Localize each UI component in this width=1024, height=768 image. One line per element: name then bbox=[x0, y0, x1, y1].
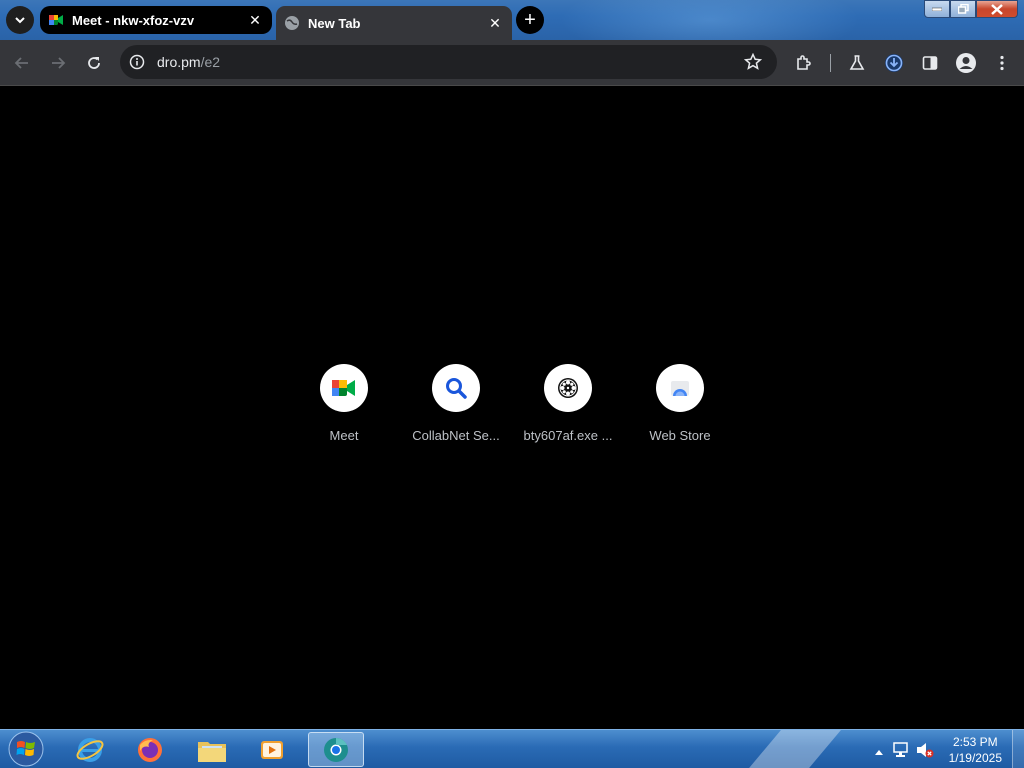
toolbar-divider bbox=[830, 54, 831, 72]
side-panel-icon bbox=[922, 56, 938, 70]
chevron-down-icon bbox=[15, 17, 25, 24]
back-button[interactable] bbox=[11, 52, 33, 74]
shortcut-icon-circle bbox=[544, 364, 592, 412]
close-window-button[interactable] bbox=[976, 0, 1018, 18]
restore-icon bbox=[957, 4, 969, 14]
network-icon bbox=[893, 742, 908, 757]
url-text: dro.pm/e2 bbox=[157, 54, 220, 70]
taskbar: 2:53 PM 1/19/2025 bbox=[0, 729, 1024, 768]
menu-button[interactable] bbox=[991, 52, 1013, 74]
new-tab-page: Meet CollabNet Se... bty607af.exe ... We… bbox=[0, 87, 1024, 729]
tab-search-button[interactable] bbox=[6, 6, 34, 34]
url-path: /e2 bbox=[200, 54, 221, 70]
close-icon bbox=[991, 3, 1003, 15]
avatar-icon bbox=[956, 53, 976, 73]
shortcut-tile[interactable]: CollabNet Se... bbox=[400, 364, 512, 443]
firefox-icon bbox=[138, 737, 162, 762]
title-bar: Meet - nkw-xfoz-vzv ✕ New Tab ✕ + bbox=[0, 0, 1024, 40]
network-tray-button[interactable] bbox=[892, 742, 910, 763]
start-button[interactable] bbox=[6, 730, 46, 768]
globe-icon bbox=[285, 16, 299, 30]
extensions-button[interactable] bbox=[793, 52, 815, 74]
volume-muted-icon bbox=[917, 743, 934, 758]
side-panel-button[interactable] bbox=[919, 52, 941, 74]
file-explorer-icon bbox=[198, 741, 226, 762]
clock[interactable]: 2:53 PM 1/19/2025 bbox=[949, 734, 1002, 766]
shortcut-label: bty607af.exe ... bbox=[523, 428, 613, 443]
download-icon bbox=[885, 54, 903, 72]
close-icon[interactable]: ✕ bbox=[246, 11, 264, 29]
show-desktop-button[interactable] bbox=[1012, 730, 1024, 768]
new-tab-button[interactable]: + bbox=[516, 6, 544, 34]
arrow-left-icon bbox=[14, 57, 28, 69]
shortcut-icon-circle bbox=[320, 364, 368, 412]
profile-button[interactable] bbox=[955, 52, 977, 74]
google-meet-icon bbox=[49, 15, 63, 25]
windows-logo-icon bbox=[8, 731, 44, 767]
volume-tray-button[interactable] bbox=[916, 742, 934, 763]
taskbar-app-internet-explorer[interactable] bbox=[62, 732, 118, 767]
web-store-icon bbox=[671, 381, 689, 396]
flask-icon bbox=[849, 55, 865, 70]
taskbar-app-file-explorer[interactable] bbox=[184, 732, 240, 767]
shortcut-tile[interactable]: Web Store bbox=[624, 364, 736, 443]
minimize-button[interactable] bbox=[924, 0, 950, 18]
shortcut-label: CollabNet Se... bbox=[412, 428, 500, 443]
arrow-right-icon bbox=[52, 57, 66, 69]
clock-date: 1/19/2025 bbox=[948, 751, 1002, 765]
tab-meet[interactable]: Meet - nkw-xfoz-vzv ✕ bbox=[40, 6, 272, 34]
window-controls bbox=[924, 0, 1018, 18]
downloads-button[interactable] bbox=[883, 52, 905, 74]
shortcut-tile[interactable]: bty607af.exe ... bbox=[512, 364, 624, 443]
film-reel-icon bbox=[558, 378, 578, 398]
system-tray: 2:53 PM 1/19/2025 bbox=[864, 730, 1024, 768]
bookmark-button[interactable] bbox=[742, 51, 764, 73]
show-hidden-icons-button[interactable] bbox=[874, 743, 884, 761]
site-info-button[interactable] bbox=[126, 51, 148, 73]
internet-explorer-icon bbox=[76, 737, 104, 762]
media-player-icon bbox=[261, 740, 283, 759]
star-icon bbox=[744, 53, 762, 70]
tab-title: Meet - nkw-xfoz-vzv bbox=[72, 12, 195, 28]
shortcut-tile[interactable]: Meet bbox=[288, 364, 400, 443]
search-icon bbox=[446, 378, 467, 399]
taskbar-app-chrome[interactable] bbox=[308, 732, 364, 767]
tab-new-tab[interactable]: New Tab ✕ bbox=[276, 6, 512, 40]
tab-title: New Tab bbox=[308, 15, 361, 31]
restore-button[interactable] bbox=[950, 0, 976, 18]
reload-button[interactable] bbox=[83, 52, 105, 74]
puzzle-icon bbox=[797, 55, 811, 70]
close-icon[interactable]: ✕ bbox=[486, 14, 504, 32]
shortcut-icon-circle bbox=[656, 364, 704, 412]
browser-toolbar: dro.pm/e2 bbox=[0, 40, 1024, 86]
labs-button[interactable] bbox=[846, 52, 868, 74]
info-icon bbox=[129, 54, 145, 70]
chevron-up-icon bbox=[875, 750, 883, 755]
forward-button[interactable] bbox=[47, 52, 69, 74]
shortcut-label: Meet bbox=[329, 428, 359, 443]
shortcut-label: Web Store bbox=[649, 428, 711, 443]
reload-icon bbox=[88, 57, 100, 69]
plus-icon: + bbox=[524, 9, 536, 31]
clock-time: 2:53 PM bbox=[952, 735, 998, 749]
kebab-menu-icon bbox=[1000, 55, 1004, 71]
google-meet-icon bbox=[332, 380, 355, 396]
chrome-dev-icon bbox=[324, 737, 348, 762]
url-host: dro.pm bbox=[157, 54, 201, 70]
shortcut-icon-circle bbox=[432, 364, 480, 412]
minimize-icon bbox=[932, 7, 942, 11]
address-bar[interactable]: dro.pm/e2 bbox=[120, 45, 777, 79]
taskbar-app-media-player[interactable] bbox=[244, 732, 300, 767]
taskbar-app-firefox[interactable] bbox=[122, 732, 178, 767]
